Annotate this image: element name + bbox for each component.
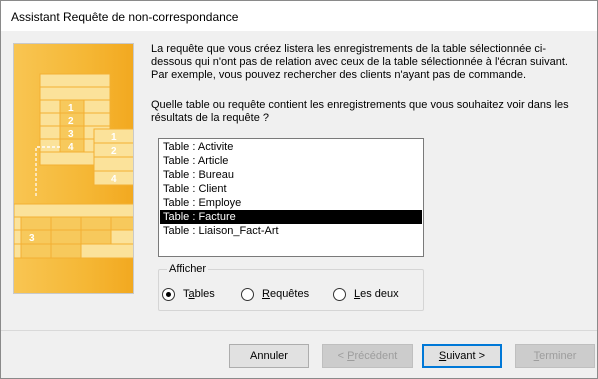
description-line: La requête que vous créez listera les en… — [151, 43, 547, 55]
radio-les-deux[interactable]: Les deux — [333, 287, 399, 301]
description-line: dessous qui n'ont pas de relation avec c… — [151, 56, 568, 68]
radio-tables[interactable]: Tables — [162, 287, 215, 301]
title-bar[interactable]: Assistant Requête de non-correspondance — [1, 1, 597, 31]
illus-num-4: 4 — [68, 142, 74, 153]
wizard-illustration: 1 2 3 4 1 2 4 3 — [13, 43, 134, 294]
radio-dot — [166, 291, 171, 297]
illus-num-8: 3 — [29, 233, 35, 244]
illus-num-3: 3 — [68, 129, 74, 140]
radio-les-deux-label: Les deux — [354, 288, 399, 300]
list-item-employe[interactable]: Table : Employe — [160, 196, 422, 210]
list-item-client[interactable]: Table : Client — [160, 182, 422, 196]
illus-num-1: 1 — [68, 103, 74, 114]
question-line: Quelle table ou requête contient les enr… — [151, 99, 569, 111]
radio-requetes[interactable]: Requêtes — [241, 287, 309, 301]
list-item-bureau[interactable]: Table : Bureau — [160, 168, 422, 182]
table-listbox[interactable]: Table : Activite Table : Article Table :… — [158, 138, 424, 257]
list-item-facture[interactable]: Table : Facture — [160, 210, 422, 224]
wizard-window: Assistant Requête de non-correspondance — [0, 0, 598, 379]
window-title: Assistant Requête de non-correspondance — [11, 10, 239, 24]
wizard-description: La requête que vous créez listera les en… — [151, 43, 595, 82]
illustration-image: 1 2 3 4 1 2 4 3 — [14, 44, 133, 293]
radio-circle — [162, 287, 175, 301]
radio-circle — [333, 287, 346, 301]
radio-tables-label: Tables — [183, 288, 215, 300]
radio-requetes-label: Requêtes — [262, 288, 310, 300]
illus-num-5: 1 — [111, 132, 117, 143]
question-line: résultats de la requête ? — [151, 112, 270, 124]
illus-num-6: 2 — [111, 146, 117, 157]
illus-num-7: 4 — [111, 174, 117, 185]
display-group-label: Afficher — [167, 263, 209, 275]
list-item-activite[interactable]: Table : Activite — [160, 140, 422, 154]
list-item-article[interactable]: Table : Article — [160, 154, 422, 168]
next-button[interactable]: Suivant > — [422, 344, 502, 368]
illus-num-2: 2 — [68, 116, 74, 127]
wizard-question: Quelle table ou requête contient les enr… — [151, 99, 595, 125]
description-line: Par exemple, vous pouvez rechercher des … — [151, 69, 527, 81]
wizard-body: 1 2 3 4 1 2 4 3 La requête que vous crée… — [1, 31, 597, 330]
radio-circle — [241, 287, 254, 301]
footer-separator — [1, 330, 597, 331]
list-item-liaison-fact-art[interactable]: Table : Liaison_Fact-Art — [160, 224, 422, 238]
cancel-button[interactable]: Annuler — [229, 344, 309, 368]
previous-button[interactable]: < Précédent — [322, 344, 413, 368]
finish-button[interactable]: Terminer — [515, 344, 595, 368]
